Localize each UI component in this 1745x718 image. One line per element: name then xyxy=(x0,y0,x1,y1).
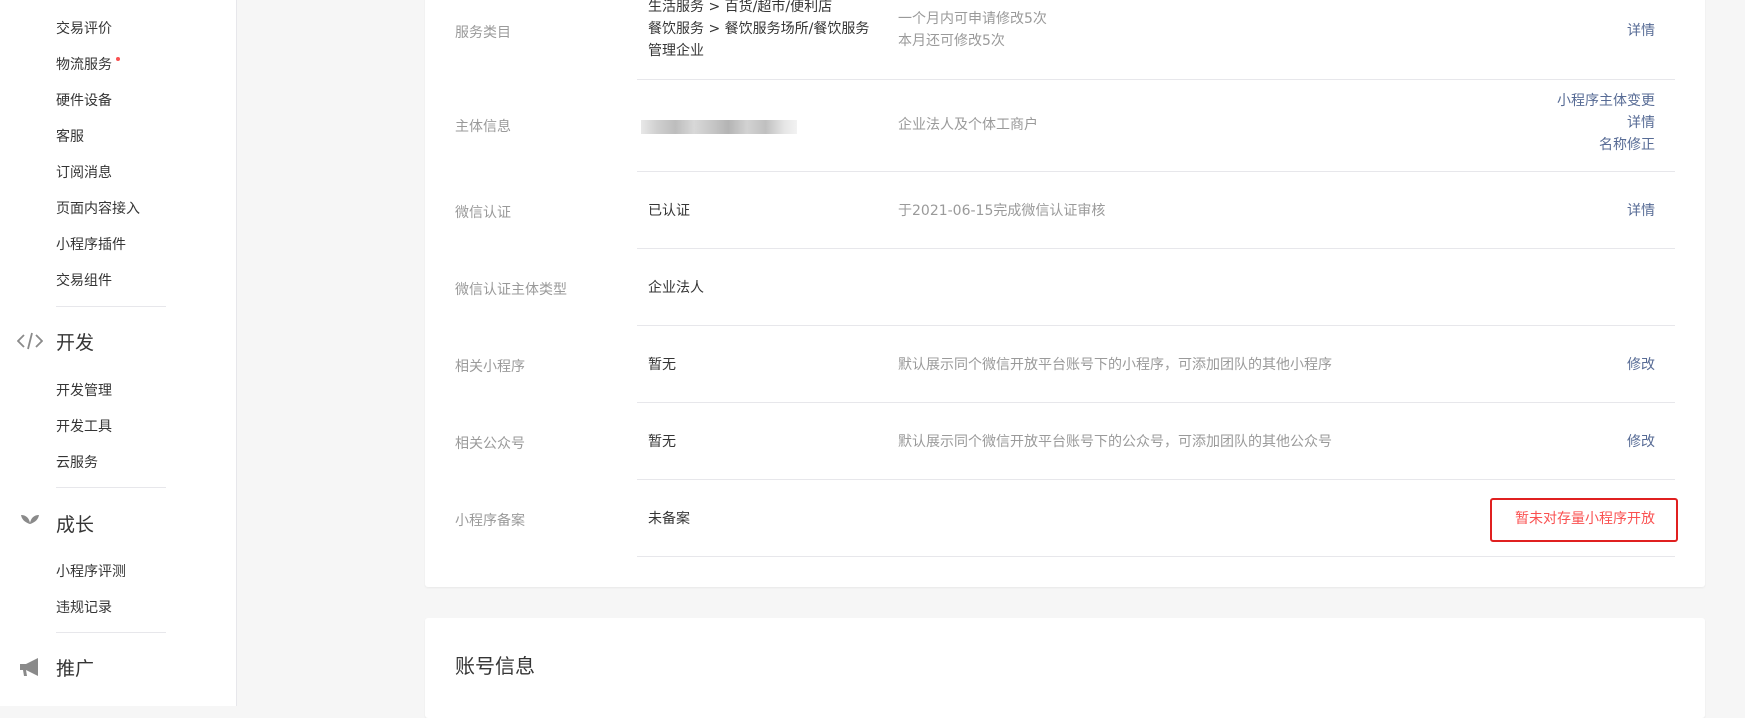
row-verify-type: 微信认证主体类型 企业法人 xyxy=(425,249,1705,326)
row-label: 主体信息 xyxy=(455,119,511,135)
related-oa-value: 暂无 xyxy=(648,434,676,450)
row-entity-info: 主体信息 企业法人及个体工商户 小程序主体变更 详情 名称修正 xyxy=(425,80,1705,172)
row-related-oa: 相关公众号 暂无 默认展示同个微信开放平台账号下的公众号，可添加团队的其他公众号… xyxy=(425,403,1705,480)
megaphone-icon xyxy=(16,655,44,679)
row-divider xyxy=(637,556,1675,557)
entity-detail-link[interactable]: 详情 xyxy=(1557,112,1655,134)
sidebar-item-customer-service[interactable]: 客服 xyxy=(56,127,84,147)
row-actions: 修改 xyxy=(1627,431,1655,453)
sidebar-group-develop[interactable]: 开发 xyxy=(16,327,94,355)
filing-status: 未备案 xyxy=(648,511,690,527)
category-line: 餐饮服务 > 餐饮服务场所/餐饮服务 xyxy=(648,21,870,37)
sidebar-item-cloud-service[interactable]: 云服务 xyxy=(56,453,98,473)
sidebar-group-promotion[interactable]: 推广 xyxy=(16,653,94,681)
category-detail-link[interactable]: 详情 xyxy=(1627,20,1655,42)
edit-related-oa-link[interactable]: 修改 xyxy=(1627,431,1655,453)
sidebar-item-logistics[interactable]: 物流服务 xyxy=(56,55,120,75)
sidebar-item-dev-tools[interactable]: 开发工具 xyxy=(56,417,112,437)
account-info-card: 账号信息 xyxy=(425,618,1705,718)
category-value: 生活服务 > 百货/超市/便利店 餐饮服务 > 餐饮服务场所/餐饮服务 管理企业 xyxy=(648,0,869,62)
sidebar-item-subscription-messages[interactable]: 订阅消息 xyxy=(56,163,112,183)
entity-desc: 企业法人及个体工商户 xyxy=(898,117,1038,133)
sidebar-item-transaction-review[interactable]: 交易评价 xyxy=(56,19,112,39)
sidebar-group-title: 推广 xyxy=(56,657,95,680)
verify-desc: 于2021-06-15完成微信认证审核 xyxy=(898,203,1106,219)
sprout-icon xyxy=(16,511,44,535)
blurred-entity-name xyxy=(641,120,797,134)
row-actions: 小程序主体变更 详情 名称修正 xyxy=(1557,90,1655,156)
row-actions: 详情 xyxy=(1627,20,1655,42)
desc-line: 一个月内可申请修改5次 xyxy=(898,11,1047,27)
row-wechat-verify: 微信认证 已认证 于2021-06-15完成微信认证审核 详情 xyxy=(425,172,1705,249)
desc-line: 本月还可修改5次 xyxy=(898,33,1005,49)
sidebar-item-trade-component[interactable]: 交易组件 xyxy=(56,271,112,291)
category-line: 管理企业 xyxy=(648,43,704,59)
row-label: 相关小程序 xyxy=(455,359,525,375)
category-desc: 一个月内可申请修改5次 本月还可修改5次 xyxy=(898,8,1047,52)
related-mini-value: 暂无 xyxy=(648,357,676,373)
sidebar-divider xyxy=(56,487,166,488)
verify-detail-link[interactable]: 详情 xyxy=(1627,200,1655,222)
verify-status: 已认证 xyxy=(648,203,690,219)
sidebar-group-growth[interactable]: 成长 xyxy=(16,509,94,537)
sidebar: 交易评价 物流服务 硬件设备 客服 订阅消息 页面内容接入 小程序插件 交易组件… xyxy=(0,0,237,706)
row-related-mini: 相关小程序 暂无 默认展示同个微信开放平台账号下的小程序，可添加团队的其他小程序… xyxy=(425,326,1705,403)
row-label: 微信认证主体类型 xyxy=(455,282,567,298)
sidebar-item-plugins[interactable]: 小程序插件 xyxy=(56,235,126,255)
row-service-category: 服务类目 生活服务 > 百货/超市/便利店 餐饮服务 > 餐饮服务场所/餐饮服务… xyxy=(425,0,1705,80)
code-icon xyxy=(16,329,44,353)
highlight-annotation-box xyxy=(1490,498,1678,542)
verify-type-value: 企业法人 xyxy=(648,280,704,296)
related-oa-desc: 默认展示同个微信开放平台账号下的公众号，可添加团队的其他公众号 xyxy=(898,434,1332,450)
account-info-title: 账号信息 xyxy=(455,654,535,678)
name-correction-link[interactable]: 名称修正 xyxy=(1557,134,1655,156)
row-actions: 修改 xyxy=(1627,354,1655,376)
notification-dot xyxy=(116,57,120,61)
row-label: 小程序备案 xyxy=(455,513,525,529)
row-label: 相关公众号 xyxy=(455,436,525,452)
row-label: 服务类目 xyxy=(455,25,511,41)
sidebar-divider xyxy=(56,632,166,633)
sidebar-item-evaluation[interactable]: 小程序评测 xyxy=(56,562,126,582)
change-entity-link[interactable]: 小程序主体变更 xyxy=(1557,90,1655,112)
related-mini-desc: 默认展示同个微信开放平台账号下的小程序，可添加团队的其他小程序 xyxy=(898,357,1332,373)
edit-related-mini-link[interactable]: 修改 xyxy=(1627,354,1655,376)
sidebar-item-dev-management[interactable]: 开发管理 xyxy=(56,381,112,401)
sidebar-divider xyxy=(56,306,166,307)
row-label: 微信认证 xyxy=(455,205,511,221)
sidebar-item-violations[interactable]: 违规记录 xyxy=(56,598,112,618)
sidebar-item-page-content[interactable]: 页面内容接入 xyxy=(56,199,140,219)
category-line: 生活服务 > 百货/超市/便利店 xyxy=(648,0,833,15)
row-actions: 详情 xyxy=(1627,200,1655,222)
sidebar-item-hardware[interactable]: 硬件设备 xyxy=(56,91,112,111)
sidebar-group-title: 开发 xyxy=(56,331,95,354)
sidebar-group-title: 成长 xyxy=(56,513,95,536)
